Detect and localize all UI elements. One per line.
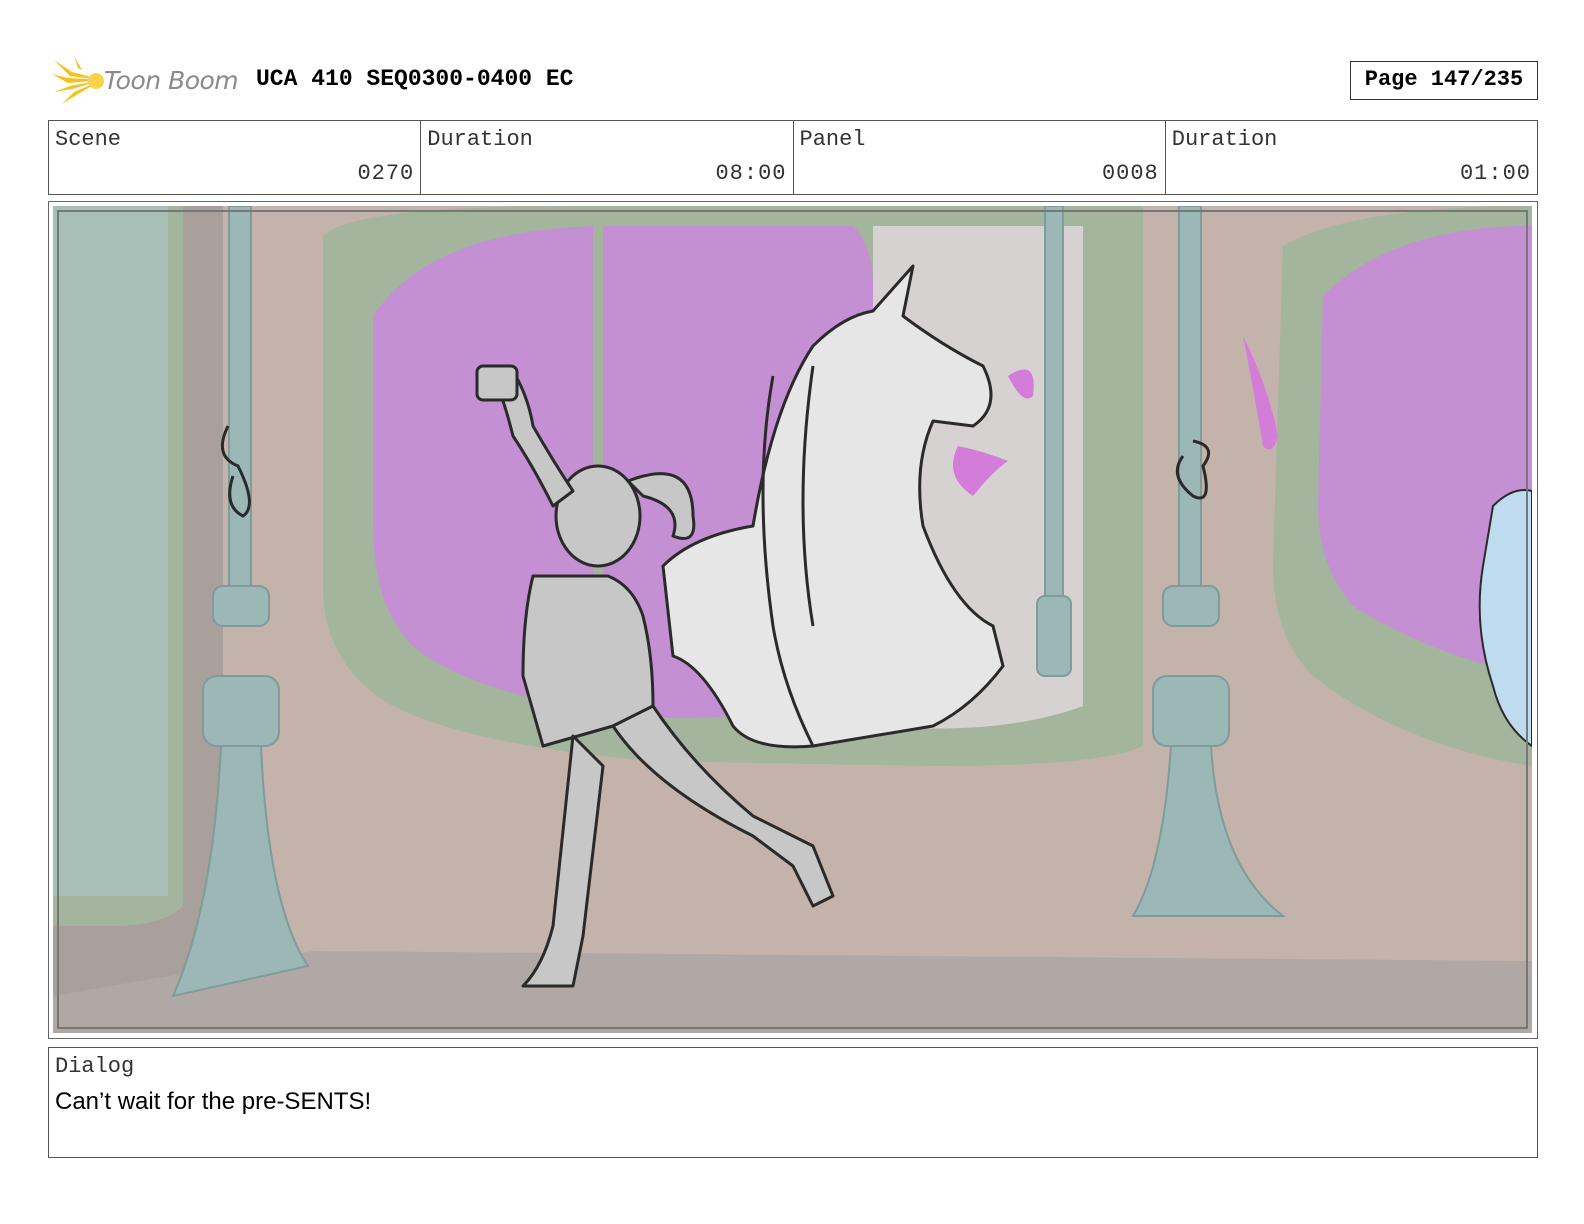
scene-label: Scene (55, 127, 122, 152)
toon-boom-burst-icon (52, 56, 104, 104)
panel-info-table: Scene 0270 Duration 08:00 Panel 0008 Dur… (48, 120, 1538, 195)
panel-value: 0008 (1101, 161, 1159, 186)
scene-duration-cell: Duration 08:00 (421, 121, 794, 194)
dialog-box: Dialog Can’t wait for the pre-SENTS! (48, 1047, 1538, 1158)
panel-duration-value: 01:00 (1459, 161, 1531, 186)
panel-cell: Panel 0008 (794, 121, 1166, 194)
left-window-glass (53, 206, 168, 896)
dialog-label: Dialog (55, 1054, 135, 1079)
scene-duration-value: 08:00 (715, 161, 787, 186)
dialog-text: Can’t wait for the pre-SENTS! (55, 1088, 372, 1115)
scene-value: 0270 (357, 161, 415, 186)
scene-cell: Scene 0270 (49, 121, 422, 194)
panel-duration-cell: Duration 01:00 (1166, 121, 1537, 194)
panel-drawing (53, 206, 1532, 1033)
page-number: Page 147/235 (1350, 61, 1538, 100)
document-title: UCA 410 SEQ0300-0400 EC (256, 66, 574, 92)
panel-label: Panel (799, 127, 866, 152)
toon-boom-logo: Toon Boom (52, 56, 242, 106)
panel-duration-label: Duration (1171, 127, 1278, 152)
storyboard-panel (48, 201, 1538, 1039)
scene-duration-label: Duration (427, 127, 533, 152)
logo-wordmark: Toon Boom (104, 66, 239, 95)
